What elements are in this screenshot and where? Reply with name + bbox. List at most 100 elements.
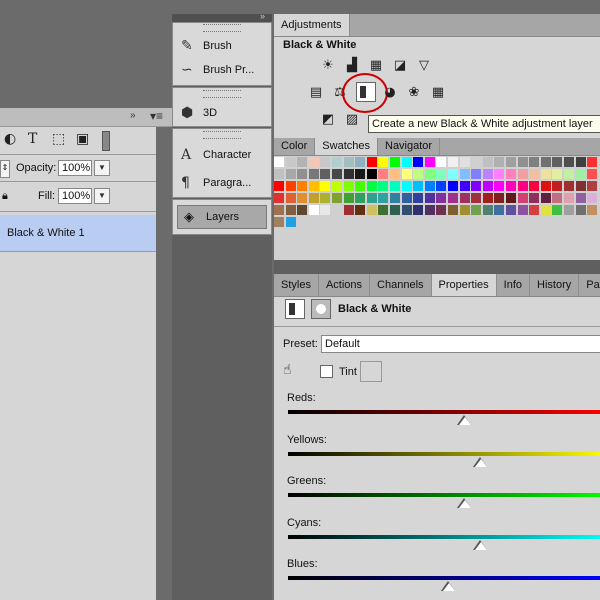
- swatch[interactable]: [552, 169, 563, 179]
- swatch[interactable]: [285, 205, 296, 215]
- swatch[interactable]: [587, 193, 598, 203]
- swatch[interactable]: [297, 157, 308, 167]
- swatch[interactable]: [355, 157, 366, 167]
- dock-item-character[interactable]: A Character: [173, 141, 271, 169]
- swatch[interactable]: [308, 181, 319, 191]
- blend-mode-arrow[interactable]: ⇕: [0, 160, 10, 178]
- grip-handle[interactable]: [203, 90, 241, 98]
- swatch[interactable]: [494, 169, 505, 179]
- tab-swatches[interactable]: Swatches: [315, 138, 378, 155]
- tab-properties[interactable]: Properties: [431, 274, 497, 296]
- swatch[interactable]: [413, 181, 424, 191]
- swatch[interactable]: [401, 193, 412, 203]
- swatch[interactable]: [529, 157, 540, 167]
- swatch[interactable]: [401, 205, 412, 215]
- panel-menu-icon[interactable]: ▾≡: [150, 109, 163, 123]
- swatch[interactable]: [494, 205, 505, 215]
- swatch[interactable]: [564, 205, 574, 215]
- swatch[interactable]: [320, 181, 331, 191]
- swatch[interactable]: [424, 181, 435, 191]
- swatch[interactable]: [575, 193, 586, 203]
- swatch[interactable]: [332, 169, 342, 179]
- collapse-icon[interactable]: »: [130, 110, 136, 121]
- swatch[interactable]: [297, 181, 308, 191]
- reds-slider-track[interactable]: [288, 410, 600, 414]
- swatch[interactable]: [332, 205, 342, 215]
- swatch[interactable]: [274, 217, 284, 227]
- swatch[interactable]: [517, 157, 528, 167]
- swatch[interactable]: [378, 205, 389, 215]
- swatch[interactable]: [401, 157, 412, 167]
- tab-history[interactable]: History: [530, 274, 580, 296]
- swatch[interactable]: [459, 205, 470, 215]
- dock-item-paragraph[interactable]: ¶ Paragra...: [173, 169, 271, 197]
- swatch[interactable]: [413, 157, 424, 167]
- swatch[interactable]: [378, 181, 389, 191]
- swatch[interactable]: [424, 157, 435, 167]
- swatch[interactable]: [308, 169, 319, 179]
- swatch[interactable]: [390, 205, 400, 215]
- swatch[interactable]: [506, 157, 516, 167]
- swatch[interactable]: [471, 181, 482, 191]
- mask-button[interactable]: [311, 299, 331, 319]
- swatch[interactable]: [448, 193, 458, 203]
- tint-checkbox[interactable]: [320, 365, 333, 378]
- swatch[interactable]: [506, 181, 516, 191]
- photo-filter-icon[interactable]: ◕: [380, 84, 400, 102]
- swatch[interactable]: [297, 169, 308, 179]
- swatch[interactable]: [471, 193, 482, 203]
- swatch[interactable]: [413, 193, 424, 203]
- tab-styles[interactable]: Styles: [274, 274, 319, 296]
- swatch[interactable]: [459, 157, 470, 167]
- swatch[interactable]: [390, 181, 400, 191]
- tab-paths[interactable]: Paths: [579, 274, 600, 296]
- swatch[interactable]: [401, 181, 412, 191]
- swatch[interactable]: [517, 193, 528, 203]
- gradient-map-icon[interactable]: ▨: [342, 111, 362, 129]
- swatch[interactable]: [274, 157, 284, 167]
- swatch[interactable]: [332, 157, 342, 167]
- swatch[interactable]: [482, 205, 493, 215]
- swatch[interactable]: [355, 193, 366, 203]
- swatch[interactable]: [343, 157, 354, 167]
- swatch[interactable]: [529, 181, 540, 191]
- grip-handle[interactable]: [203, 24, 241, 32]
- swatch[interactable]: [424, 169, 435, 179]
- swatch[interactable]: [436, 205, 447, 215]
- adjustment-filter-icon[interactable]: ◐: [4, 131, 16, 147]
- swatch[interactable]: [575, 157, 586, 167]
- swatch[interactable]: [366, 169, 377, 179]
- swatch[interactable]: [320, 169, 331, 179]
- swatch[interactable]: [517, 169, 528, 179]
- swatch[interactable]: [436, 169, 447, 179]
- swatch[interactable]: [401, 169, 412, 179]
- swatch[interactable]: [320, 157, 331, 167]
- swatch[interactable]: [274, 169, 284, 179]
- channel-mixer-icon[interactable]: ❀: [404, 84, 424, 102]
- swatch[interactable]: [285, 217, 296, 227]
- swatch[interactable]: [517, 181, 528, 191]
- swatch[interactable]: [552, 193, 563, 203]
- dock-item-brush[interactable]: ✎ Brush: [173, 34, 271, 58]
- swatch[interactable]: [482, 181, 493, 191]
- swatch[interactable]: [459, 193, 470, 203]
- swatch[interactable]: [517, 205, 528, 215]
- swatch[interactable]: [390, 169, 400, 179]
- swatch[interactable]: [297, 205, 308, 215]
- swatch[interactable]: [529, 193, 540, 203]
- swatch[interactable]: [494, 181, 505, 191]
- swatch[interactable]: [529, 205, 540, 215]
- swatch[interactable]: [378, 169, 389, 179]
- swatch[interactable]: [390, 157, 400, 167]
- swatch[interactable]: [459, 181, 470, 191]
- swatch[interactable]: [343, 193, 354, 203]
- swatch[interactable]: [285, 169, 296, 179]
- swatch[interactable]: [448, 157, 458, 167]
- grip-handle[interactable]: [203, 131, 241, 139]
- swatch[interactable]: [436, 181, 447, 191]
- curves-icon[interactable]: ▦: [366, 57, 386, 75]
- swatch[interactable]: [540, 193, 551, 203]
- blues-slider-track[interactable]: [288, 576, 600, 580]
- swatch[interactable]: [378, 157, 389, 167]
- dock-item-brush-presets[interactable]: ∽ Brush Pr...: [173, 58, 271, 82]
